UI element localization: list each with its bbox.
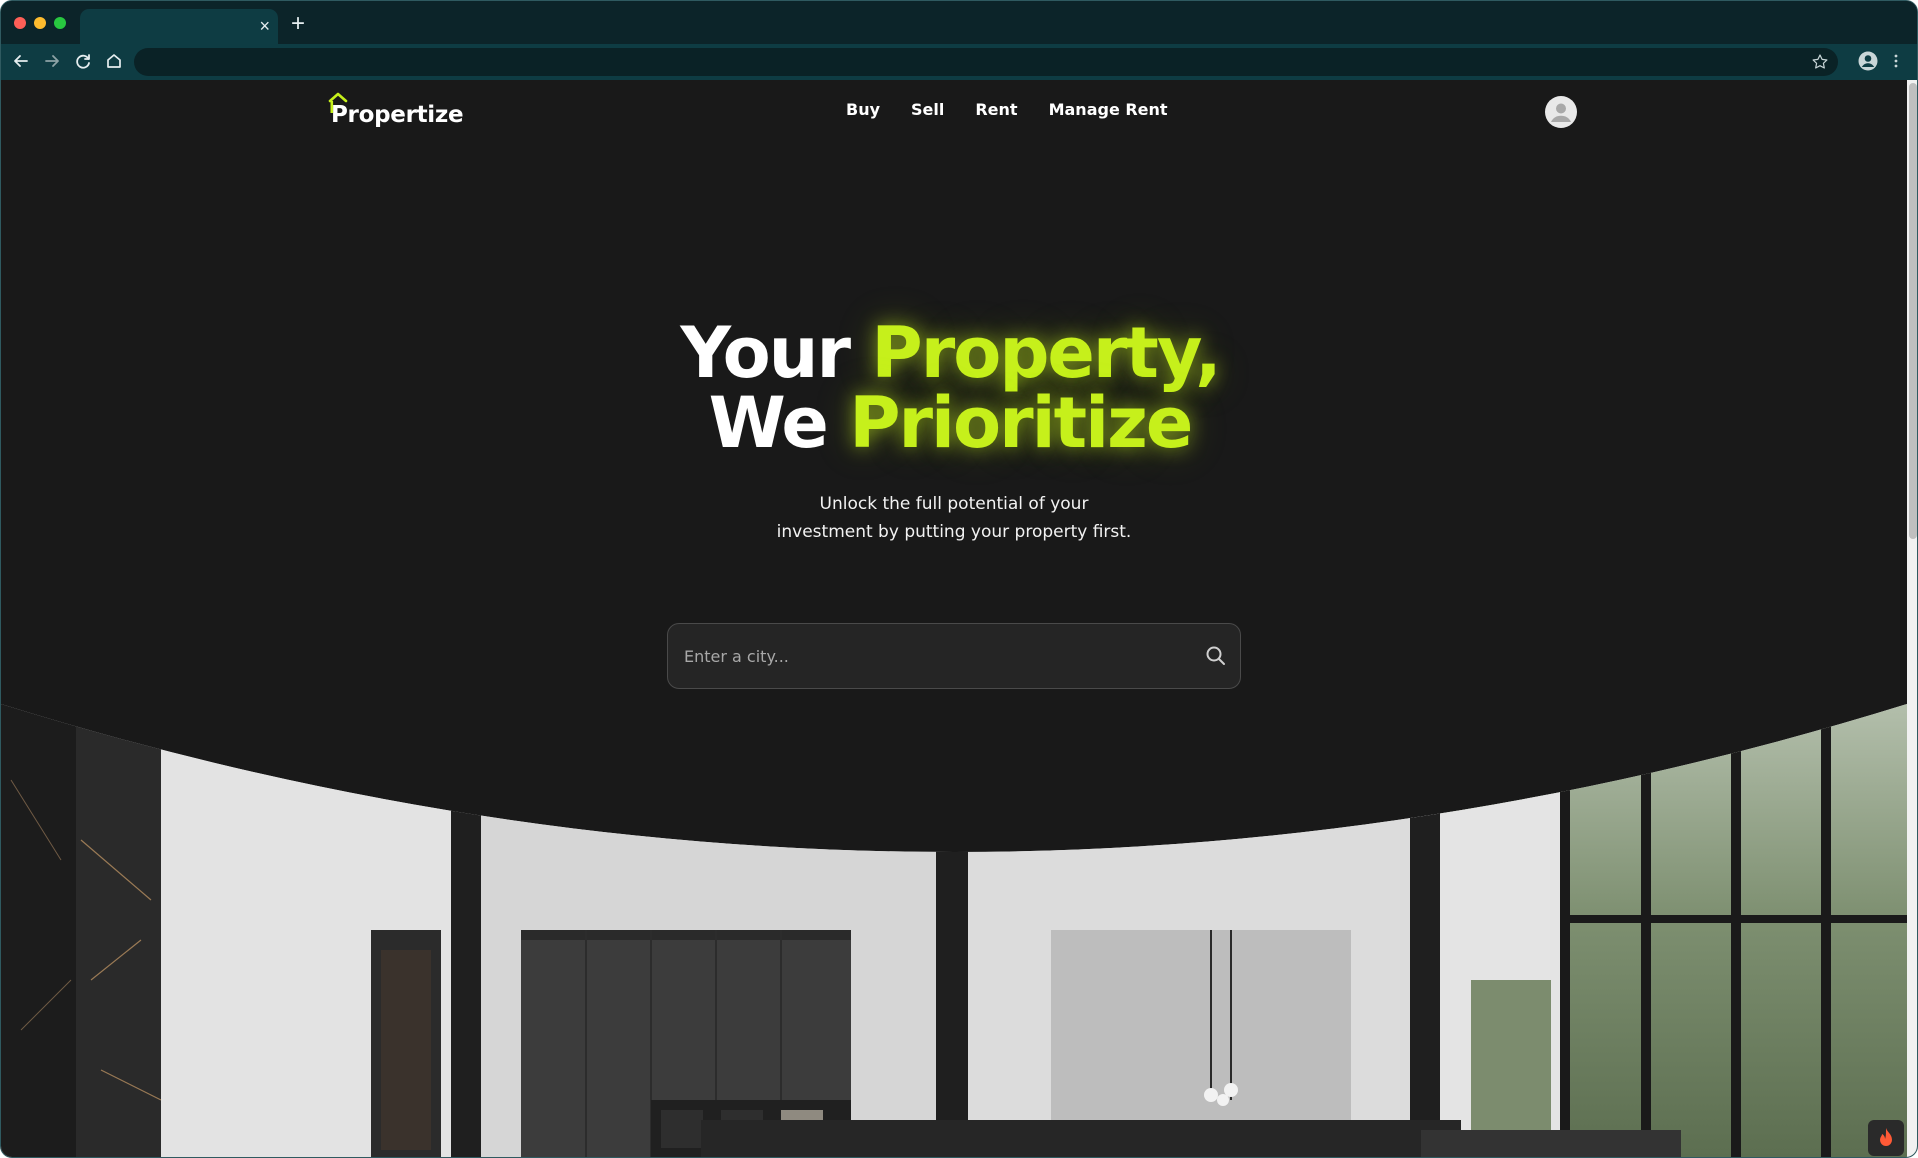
hero-title-white-2: We bbox=[708, 382, 850, 464]
hero-title-line-2: We Prioritize bbox=[1, 387, 1903, 459]
hero-title-line-1: Your Property, bbox=[1, 317, 1903, 389]
page-viewport: Propertize Buy Sell Rent Manage Rent You… bbox=[1, 80, 1907, 1157]
search-icon[interactable] bbox=[1204, 644, 1228, 668]
home-icon[interactable] bbox=[103, 50, 125, 72]
page-scrollbar[interactable] bbox=[1907, 80, 1917, 1157]
search-input[interactable] bbox=[684, 624, 1184, 688]
nav-manage-rent[interactable]: Manage Rent bbox=[1049, 100, 1168, 119]
browser-toolbar bbox=[1, 44, 1917, 80]
browser-window: × + Propertize Buy Sell Rent Manage Rent… bbox=[0, 0, 1918, 1158]
house-logo-icon bbox=[328, 92, 348, 113]
profile-icon[interactable] bbox=[1857, 50, 1879, 72]
city-search bbox=[667, 623, 1241, 689]
tab-close-icon[interactable]: × bbox=[259, 16, 270, 36]
star-icon[interactable] bbox=[1810, 52, 1830, 72]
flame-icon[interactable] bbox=[1868, 1120, 1904, 1156]
tab-strip: × + bbox=[1, 1, 1917, 44]
interior-photo bbox=[1, 704, 1907, 1157]
hero-title-accent-2: Prioritize bbox=[849, 382, 1193, 464]
more-icon[interactable] bbox=[1885, 50, 1907, 72]
scrollbar-thumb[interactable] bbox=[1909, 83, 1917, 539]
maximize-window-button[interactable] bbox=[54, 17, 66, 29]
minimize-window-button[interactable] bbox=[34, 17, 46, 29]
hero-subtitle-line-2: investment by putting your property firs… bbox=[776, 522, 1132, 542]
main-nav: Buy Sell Rent Manage Rent bbox=[846, 100, 1168, 119]
forward-arrow-icon[interactable] bbox=[41, 50, 63, 72]
close-window-button[interactable] bbox=[14, 17, 26, 29]
reload-icon[interactable] bbox=[72, 50, 94, 72]
site-logo[interactable]: Propertize bbox=[328, 92, 464, 128]
hero-subtitle-line-1: Unlock the full potential of your bbox=[819, 494, 1089, 514]
browser-tab[interactable]: × bbox=[80, 9, 278, 44]
nav-buy[interactable]: Buy bbox=[846, 100, 880, 119]
address-bar[interactable] bbox=[134, 48, 1838, 76]
avatar-icon[interactable] bbox=[1545, 96, 1577, 128]
new-tab-button[interactable]: + bbox=[291, 11, 305, 37]
nav-sell[interactable]: Sell bbox=[911, 100, 944, 119]
nav-rent[interactable]: Rent bbox=[975, 100, 1017, 119]
back-arrow-icon[interactable] bbox=[10, 50, 32, 72]
